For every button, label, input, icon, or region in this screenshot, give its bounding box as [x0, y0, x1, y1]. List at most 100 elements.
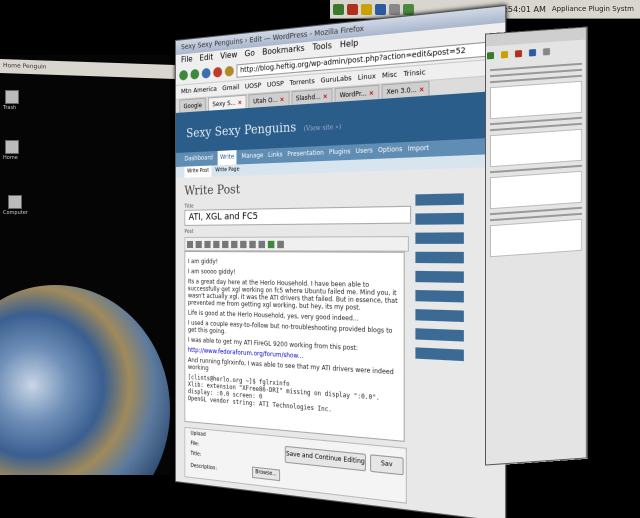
post-body-editor[interactable]: I am giddy! I am soooo giddy! Its a grea…	[184, 251, 404, 442]
menu-edit[interactable]: Edit	[199, 51, 213, 64]
tab-wordpress[interactable]: WordPr... ×	[335, 85, 379, 102]
tab-utah[interactable]: Utah O... ×	[249, 91, 290, 108]
save-button[interactable]: Sav	[370, 454, 404, 475]
nav-dashboard[interactable]: Dashboard	[184, 151, 212, 166]
nav-manage[interactable]: Manage	[241, 149, 263, 165]
sidebar-panel[interactable]	[415, 193, 463, 205]
menu-help[interactable]: Help	[340, 37, 358, 52]
sidebar-panel[interactable]	[415, 252, 463, 264]
desktop-label-computer: Computer	[3, 210, 28, 216]
left-desktop-face: Trash Home Computer	[0, 55, 170, 475]
quote-icon[interactable]	[231, 240, 237, 247]
right-panel-block	[490, 171, 582, 209]
sidebar-panel[interactable]	[415, 309, 463, 322]
app-icon[interactable]	[487, 52, 494, 59]
nav-links[interactable]: Links	[268, 148, 283, 163]
post-title-input[interactable]: ATI, XGL and FC5	[184, 206, 411, 226]
app-icon[interactable]	[529, 49, 536, 56]
nav-users[interactable]: Users	[356, 144, 373, 160]
close-tab-icon[interactable]: ×	[323, 93, 328, 101]
tab-sexy-penguins[interactable]: Sexy S... ×	[208, 95, 247, 111]
save-continue-button[interactable]: Save and Continue Editing	[285, 446, 366, 472]
close-tab-icon[interactable]: ×	[238, 99, 243, 107]
menu-view[interactable]: View	[220, 49, 237, 63]
nav-write[interactable]: Write	[217, 150, 237, 165]
bookmark-item[interactable]: UOSP	[245, 79, 262, 94]
sidebar-panel[interactable]	[415, 213, 463, 225]
browser-window: Sexy Sexy Penguins › Edit — WordPress - …	[175, 5, 506, 518]
bookmark-item[interactable]: Trinsic	[404, 65, 426, 81]
home-nav-icon[interactable]	[225, 66, 234, 77]
bold-icon[interactable]	[187, 240, 193, 247]
italic-icon[interactable]	[196, 240, 202, 247]
nav-presentation[interactable]: Presentation	[287, 146, 324, 163]
align-center-icon[interactable]	[249, 240, 255, 247]
body-line: I am giddy!	[188, 258, 401, 267]
close-tab-icon[interactable]: ×	[419, 86, 424, 94]
trash-icon[interactable]	[5, 90, 19, 104]
right-panel-block	[490, 81, 582, 119]
desktop-label-trash: Trash	[3, 105, 16, 111]
desktop-label-home: Home	[3, 155, 18, 161]
tab-label: Google	[184, 102, 202, 110]
upload-title-label: Title:	[190, 451, 201, 458]
app-icon[interactable]	[501, 51, 508, 58]
tab-google[interactable]: Google	[179, 98, 206, 113]
bullet-list-icon[interactable]	[213, 240, 219, 247]
sidebar-panel[interactable]	[415, 328, 463, 341]
sidebar-panels	[415, 193, 463, 369]
upload-label: Upload	[190, 430, 205, 438]
back-icon[interactable]	[179, 70, 188, 81]
browse-button[interactable]: Browse...	[252, 467, 280, 482]
bookmark-item[interactable]: GuruLabs	[321, 71, 352, 88]
sidebar-panel[interactable]	[415, 290, 463, 303]
menu-go[interactable]: Go	[245, 47, 255, 60]
nav-import[interactable]: Import	[408, 141, 430, 158]
image-icon[interactable]	[268, 240, 275, 247]
align-left-icon[interactable]	[240, 240, 246, 247]
computer-icon[interactable]	[8, 195, 22, 209]
view-site-link[interactable]: (View site »)	[304, 123, 341, 133]
bookmark-item[interactable]: Misc	[382, 68, 397, 84]
description-label: Description:	[190, 463, 216, 472]
bookmark-item[interactable]: Mtn America	[181, 83, 217, 99]
spellcheck-icon[interactable]	[277, 240, 284, 247]
home-icon[interactable]	[5, 140, 19, 154]
editor-toolbar	[184, 236, 409, 252]
app-icon[interactable]	[515, 50, 522, 57]
stop-icon[interactable]	[213, 67, 222, 78]
menu-tools[interactable]: Tools	[312, 40, 331, 55]
earth-image	[0, 285, 170, 475]
right-panel-block	[490, 129, 582, 167]
bookmark-item[interactable]: UOSP	[267, 77, 284, 92]
nav-plugins[interactable]: Plugins	[329, 145, 351, 161]
forward-icon[interactable]	[190, 69, 199, 80]
right-panel-block	[490, 219, 582, 257]
file-label: File:	[190, 441, 199, 448]
strike-icon[interactable]	[204, 240, 210, 247]
reload-icon[interactable]	[202, 68, 211, 79]
tab-label: WordPr...	[340, 90, 367, 100]
subnav-write-page[interactable]: Write Page	[215, 164, 239, 176]
app-icon[interactable]	[543, 48, 550, 55]
bookmark-item[interactable]: Linux	[358, 69, 376, 85]
close-tab-icon[interactable]: ×	[280, 96, 285, 104]
body-line: Its a great day here at the Herlo Househ…	[188, 278, 401, 313]
tab-slashdot[interactable]: Slashd... ×	[291, 88, 333, 105]
write-post-content: Write Post Title ATI, XGL and FC5 Post I…	[176, 167, 505, 518]
body-line: I am soooo giddy!	[188, 268, 401, 278]
nav-options[interactable]: Options	[378, 142, 402, 159]
link-icon[interactable]	[259, 240, 266, 247]
close-tab-icon[interactable]: ×	[369, 89, 374, 97]
blog-title[interactable]: Sexy Sexy Penguins	[186, 120, 296, 141]
bookmark-item[interactable]: Gmail	[222, 81, 239, 96]
tab-label: Xen 3.0...	[386, 86, 416, 96]
tab-label: Utah O...	[253, 96, 278, 105]
bookmark-item[interactable]: Torrents	[290, 74, 315, 90]
menu-file[interactable]: File	[181, 53, 193, 66]
sidebar-panel[interactable]	[415, 232, 463, 244]
sidebar-panel[interactable]	[415, 347, 463, 361]
sidebar-panel[interactable]	[415, 271, 463, 283]
number-list-icon[interactable]	[222, 240, 228, 247]
tab-label: Slashd...	[296, 93, 321, 102]
